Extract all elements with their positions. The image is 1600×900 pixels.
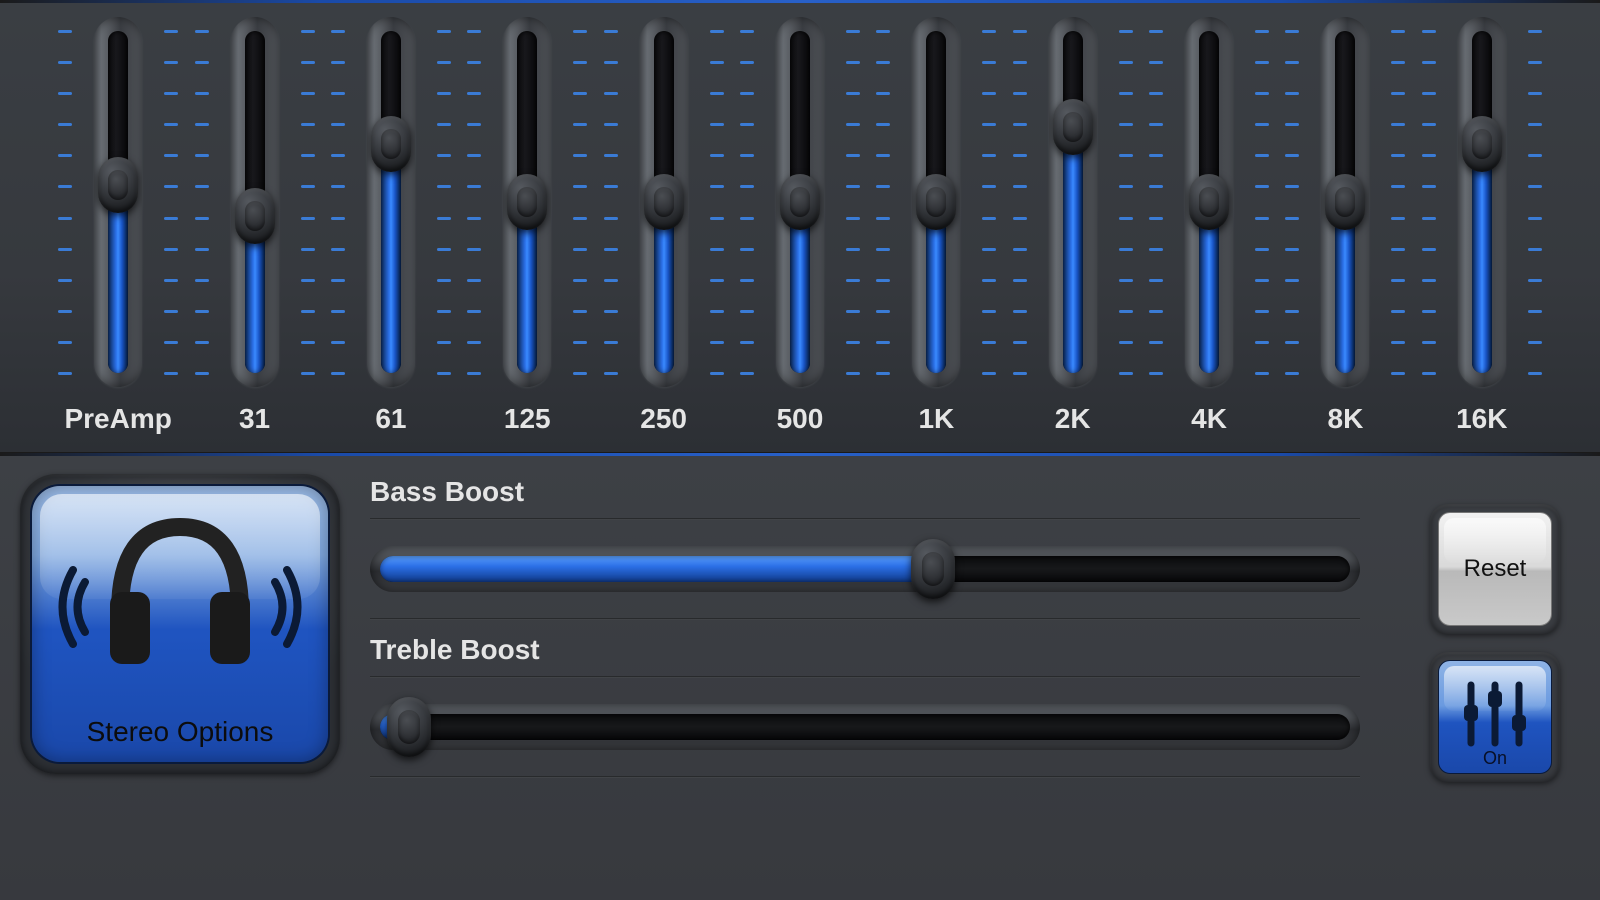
- action-buttons: Reset On: [1430, 474, 1580, 900]
- eq-toggle-label: On: [1439, 748, 1551, 769]
- bass-boost-slider[interactable]: [370, 546, 1360, 592]
- treble-boost-slider[interactable]: [370, 704, 1360, 750]
- boost-section: Bass Boost Treble Boost: [370, 474, 1400, 900]
- eq-band-label: 125: [504, 403, 551, 435]
- eq-band: 8K: [1277, 3, 1413, 452]
- eq-band-label: 61: [375, 403, 406, 435]
- stereo-options-label: Stereo Options: [87, 716, 274, 748]
- eq-band: 500: [732, 3, 868, 452]
- sliders-icon: [1455, 675, 1535, 753]
- eq-slider[interactable]: [367, 17, 415, 387]
- lower-panel: Stereo Options Bass Boost Treble Boost: [0, 456, 1600, 900]
- eq-band: 31: [186, 3, 322, 452]
- eq-band: 1K: [868, 3, 1004, 452]
- eq-band-label: 1K: [918, 403, 954, 435]
- eq-slider[interactable]: [1049, 17, 1097, 387]
- eq-slider[interactable]: [1321, 17, 1369, 387]
- headphones-icon: [55, 512, 305, 702]
- eq-band: 125: [459, 3, 595, 452]
- eq-band: 61: [323, 3, 459, 452]
- eq-band-label: 250: [640, 403, 687, 435]
- eq-band: 4K: [1141, 3, 1277, 452]
- eq-band: 250: [595, 3, 731, 452]
- eq-slider[interactable]: [1185, 17, 1233, 387]
- eq-slider[interactable]: [776, 17, 824, 387]
- eq-band-label: 4K: [1191, 403, 1227, 435]
- eq-band: PreAmp: [50, 3, 186, 452]
- eq-slider[interactable]: [231, 17, 279, 387]
- treble-boost-group: Treble Boost: [370, 634, 1360, 778]
- eq-band-label: PreAmp: [64, 403, 171, 435]
- eq-slider[interactable]: [1458, 17, 1506, 387]
- reset-button[interactable]: Reset: [1430, 504, 1560, 634]
- eq-band-label: 500: [777, 403, 824, 435]
- eq-band: 16K: [1414, 3, 1550, 452]
- eq-band-label: 31: [239, 403, 270, 435]
- reset-label: Reset: [1464, 555, 1527, 583]
- bass-boost-group: Bass Boost: [370, 476, 1360, 620]
- treble-boost-label: Treble Boost: [370, 634, 1360, 666]
- eq-slider[interactable]: [912, 17, 960, 387]
- eq-band-label: 8K: [1328, 403, 1364, 435]
- eq-slider[interactable]: [640, 17, 688, 387]
- stereo-options-button[interactable]: Stereo Options: [20, 474, 340, 774]
- eq-toggle-button[interactable]: On: [1430, 652, 1560, 782]
- eq-slider[interactable]: [94, 17, 142, 387]
- eq-band-label: 16K: [1456, 403, 1507, 435]
- eq-band: 2K: [1005, 3, 1141, 452]
- bass-boost-label: Bass Boost: [370, 476, 1360, 508]
- eq-band-label: 2K: [1055, 403, 1091, 435]
- eq-slider[interactable]: [503, 17, 551, 387]
- equalizer-panel: PreAmp 31 61 125 250 500 1K 2K 4K 8K 16K: [0, 3, 1600, 453]
